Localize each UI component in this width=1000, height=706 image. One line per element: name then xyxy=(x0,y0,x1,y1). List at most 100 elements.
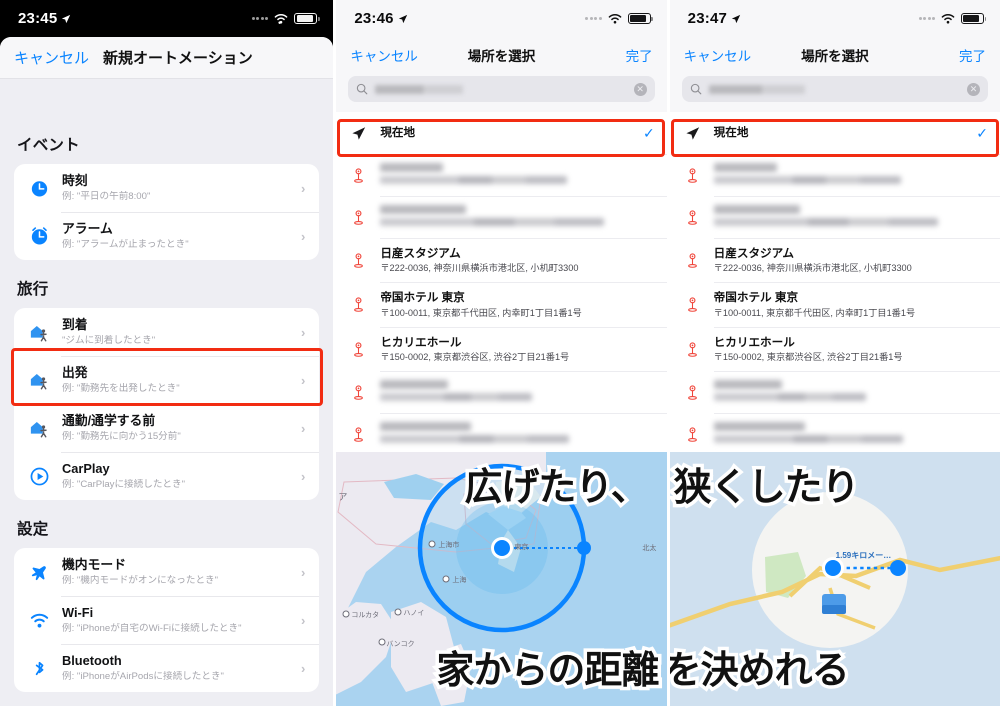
location-result-row[interactable] xyxy=(336,196,667,238)
row-subtitle: 例: "iPhoneが自宅のWi-Fiに接続したとき" xyxy=(62,623,242,635)
cancel-button[interactable]: キャンセル xyxy=(350,45,418,65)
status-bar-mid: 23:46 xyxy=(336,0,667,37)
location-result-row[interactable]: ヒカリエホール 〒150-0002, 東京都渋谷区, 渋谷2丁目21番1号 xyxy=(670,326,1000,371)
map-preview-wide[interactable]: ア上海市 上海 東京 コルカタ ハノイ バンコク 北太 広げたり、 家からの距離 xyxy=(336,452,667,706)
chevron-right-icon: › xyxy=(300,372,306,388)
chevron-right-icon: › xyxy=(300,612,306,628)
trigger-row[interactable]: CarPlay 例: "CarPlayに接続したとき" › xyxy=(14,452,320,500)
location-result-row[interactable]: 現在地 ✓ xyxy=(336,112,667,154)
redacted-title xyxy=(380,421,472,431)
row-subtitle: "ジムに到着したとき" xyxy=(62,335,156,347)
clear-search-icon[interactable]: ✕ xyxy=(633,82,647,96)
automation-trigger-list[interactable]: イベント 時刻 例: "平日の午前8:00" › アラーム 例: "アラームが止まったとき… xyxy=(0,116,334,706)
cancel-button[interactable]: キャンセル xyxy=(14,47,89,68)
trigger-row[interactable]: 機内モード 例: "機内モードがオンになったとき" › xyxy=(14,548,319,596)
location-result-row[interactable] xyxy=(336,413,667,455)
trigger-row[interactable]: アラーム 例: "アラームが止まったとき" › xyxy=(14,212,320,260)
location-arrow-icon xyxy=(731,14,741,23)
result-text: 現在地 xyxy=(714,125,965,140)
location-result-row[interactable]: 日産スタジアム 〒222-0036, 神奈川県横浜市港北区, 小机町3300 xyxy=(336,238,667,282)
trigger-row[interactable]: 通勤/通学する前 例: "勤務先に向かう15分前" › xyxy=(14,404,320,452)
result-text: 帝国ホテル 東京 〒100-0011, 東京都千代田区, 内幸町1丁目1番1号 xyxy=(380,290,654,318)
row-subtitle: 例: "iPhoneがAirPodsに接続したとき" xyxy=(62,671,224,683)
chevron-right-icon: › xyxy=(300,420,306,436)
map-pin-icon xyxy=(687,253,697,268)
result-icon xyxy=(349,251,368,270)
result-icon xyxy=(349,383,368,402)
search-input[interactable]: ✕ xyxy=(348,76,655,102)
search-value-redacted xyxy=(375,84,464,94)
trigger-row[interactable]: 時刻 例: "平日の午前8:00" › xyxy=(14,164,319,212)
location-arrow-icon xyxy=(398,14,407,23)
row-text: Wi-Fi 例: "iPhoneが自宅のWi-Fiに接続したとき" xyxy=(62,605,290,635)
map-label-shanghai-city: 上海市 xyxy=(438,542,460,549)
result-subtitle: 〒222-0036, 神奈川県横浜市港北区, 小机町3300 xyxy=(380,263,579,274)
map-preview-narrow[interactable]: 1.59キロメー… 狭くしたり を決めれる xyxy=(669,452,1000,706)
result-title: 日産スタジアム xyxy=(713,247,795,260)
chevron-right-icon: › xyxy=(300,660,306,676)
location-result-row[interactable] xyxy=(336,154,667,196)
location-result-row[interactable]: 日産スタジアム 〒222-0036, 神奈川県横浜市港北区, 小机町3300 xyxy=(670,238,1000,282)
result-text xyxy=(380,421,654,447)
location-result-row[interactable] xyxy=(670,154,1000,196)
location-result-row[interactable]: 帝国ホテル 東京 〒100-0011, 東京都千代田区, 内幸町1丁目1番1号 xyxy=(670,282,1000,326)
redacted-title xyxy=(713,421,805,431)
map-label-tokyo: 東京 xyxy=(514,544,529,551)
cancel-button[interactable]: キャンセル xyxy=(684,45,752,65)
done-button[interactable]: 完了 xyxy=(626,45,653,65)
result-text xyxy=(713,379,988,405)
chevron-right-icon: › xyxy=(300,324,306,340)
result-subtitle: 〒150-0002, 東京都渋谷区, 渋谷2丁目21番1号 xyxy=(380,352,570,363)
result-text: 現在地 xyxy=(380,125,631,140)
alarm-icon xyxy=(31,226,48,245)
location-result-row[interactable]: ヒカリエホール 〒150-0002, 東京都渋谷区, 渋谷2丁目21番1号 xyxy=(336,326,667,371)
result-title: 帝国ホテル 東京 xyxy=(713,291,799,305)
trigger-row[interactable]: 出発 例: "勤務先を出発したとき" › xyxy=(14,356,320,404)
result-icon xyxy=(349,295,368,314)
redacted-subtitle xyxy=(380,175,568,184)
map-pin-icon xyxy=(354,385,364,400)
location-result-row[interactable] xyxy=(336,371,667,413)
result-text: ヒカリエホール 〒150-0002, 東京都渋谷区, 渋谷2丁目21番1号 xyxy=(380,335,654,363)
location-result-row[interactable]: 帝国ホテル 東京 〒100-0011, 東京都千代田区, 内幸町1丁目1番1号 xyxy=(336,282,667,326)
location-arrow-icon xyxy=(686,126,699,140)
map-pin-icon xyxy=(687,167,697,183)
status-time-text: 23:46 xyxy=(354,10,394,27)
location-result-row[interactable] xyxy=(670,413,1000,455)
row-icon xyxy=(28,177,51,200)
row-icon xyxy=(28,321,51,344)
location-arrow-icon xyxy=(62,14,71,23)
trigger-row[interactable]: Bluetooth 例: "iPhoneがAirPodsに接続したとき" › xyxy=(14,644,320,692)
status-time: 23:46 xyxy=(354,10,407,27)
row-text: 到着 "ジムに到着したとき" xyxy=(62,317,290,347)
cellular-signal-icon xyxy=(918,17,936,20)
row-text: 時刻 例: "平日の午前8:00" xyxy=(62,173,290,203)
done-button[interactable]: 完了 xyxy=(959,45,986,65)
clear-search-icon[interactable]: ✕ xyxy=(967,82,981,96)
status-bar-right: 23:47 xyxy=(669,0,1000,37)
result-text xyxy=(380,204,654,230)
status-time-text: 23:47 xyxy=(687,10,728,27)
status-time: 23:45 xyxy=(18,10,71,27)
location-result-row[interactable]: 現在地 ✓ xyxy=(669,112,1000,154)
search-container: ✕ xyxy=(336,73,667,112)
row-subtitle: 例: "平日の午前8:00" xyxy=(62,191,151,203)
result-subtitle: 〒100-0011, 東京都千代田区, 内幸町1丁目1番1号 xyxy=(380,307,582,318)
nav-bar-right: キャンセル 場所を選択 完了 xyxy=(669,37,1000,73)
location-results-list[interactable]: 現在地 ✓ 日産スタジアム 〒222-0036, 神奈川県横浜市港北区, 小机町330… xyxy=(669,112,1000,456)
result-icon xyxy=(683,383,702,402)
section-header: 設定 xyxy=(17,521,49,538)
location-results-list[interactable]: 現在地 ✓ 日産スタジアム 〒222-0036, 神奈川県横浜市港北区, 小机町330… xyxy=(336,112,667,456)
result-icon xyxy=(683,166,702,185)
location-result-row[interactable] xyxy=(670,371,1000,413)
section-header: イベント xyxy=(17,137,80,154)
sheet-nav-bar: キャンセル 新規オートメーション xyxy=(0,37,334,79)
airplane-icon xyxy=(31,565,46,580)
location-result-row[interactable] xyxy=(670,196,1000,238)
trigger-row[interactable]: Wi-Fi 例: "iPhoneが自宅のWi-Fiに接続したとき" › xyxy=(14,596,320,644)
row-title: 到着 xyxy=(62,317,88,332)
row-title: 出発 xyxy=(62,365,88,380)
map-label-kolkata: コルカタ xyxy=(351,612,380,619)
search-input[interactable]: ✕ xyxy=(681,76,989,102)
trigger-row[interactable]: 到着 "ジムに到着したとき" › xyxy=(14,308,319,356)
